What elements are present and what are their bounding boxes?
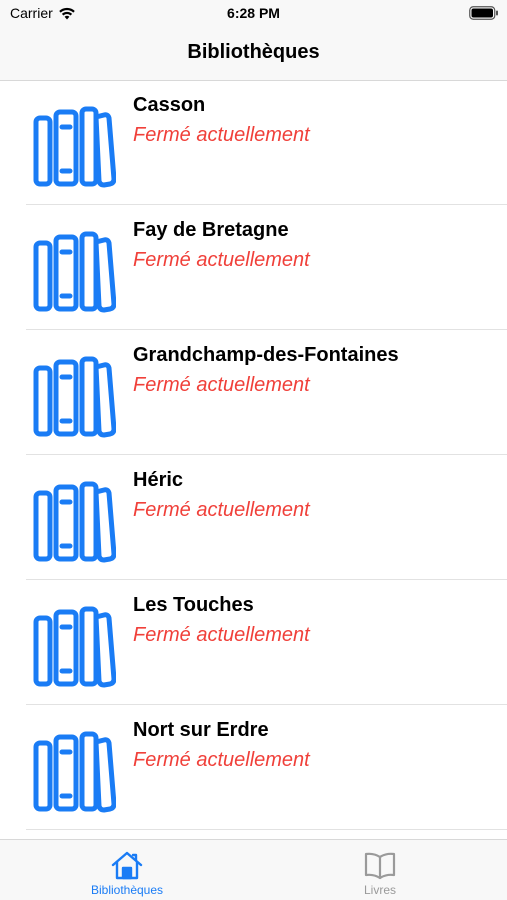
library-name: Nort sur Erdre [133, 719, 269, 741]
library-row[interactable]: Héric Fermé actuellement [0, 455, 507, 580]
tab-books-label: Livres [363, 883, 396, 897]
library-status: Fermé actuellement [133, 249, 310, 271]
clock: 6:28 PM [227, 5, 280, 21]
books-icon [33, 731, 116, 813]
library-name: Casson [133, 94, 206, 116]
library-row[interactable]: Les Touches Fermé actuellement [0, 580, 507, 705]
books-icon [33, 231, 116, 313]
books-icon [33, 606, 116, 688]
row-divider [26, 829, 507, 830]
library-list[interactable]: Casson Fermé actuellement Fay de Bretagn… [0, 80, 507, 839]
library-name: Héric [133, 469, 184, 491]
navigation-bar: Bibliothèques [0, 28, 507, 81]
books-icon [33, 481, 116, 563]
app-screen: Carrier 6:28 PM Bibliothèques Casson Fer… [0, 0, 507, 900]
tab-books[interactable]: Livres [305, 840, 455, 900]
library-row[interactable]: Casson Fermé actuellement [0, 80, 507, 205]
library-name: Grandchamp-des-Fontaines [133, 344, 399, 366]
library-status: Fermé actuellement [133, 624, 310, 646]
book-icon [364, 852, 396, 880]
tab-libraries-label: Bibliothèques [90, 883, 164, 897]
house-icon [111, 851, 143, 880]
status-bar: Carrier 6:28 PM [0, 0, 507, 28]
tab-bar: Bibliothèques Livres [0, 839, 507, 900]
battery-icon [469, 6, 498, 20]
library-row[interactable]: Fay de Bretagne Fermé actuellement [0, 205, 507, 330]
library-status: Fermé actuellement [133, 374, 310, 396]
tab-libraries[interactable]: Bibliothèques [52, 840, 202, 900]
library-status: Fermé actuellement [133, 499, 310, 521]
library-row[interactable]: Grandchamp-des-Fontaines Fermé actuellem… [0, 330, 507, 455]
page-title: Bibliothèques [187, 41, 320, 63]
library-status: Fermé actuellement [133, 749, 310, 771]
library-status: Fermé actuellement [133, 124, 310, 146]
library-name: Fay de Bretagne [133, 219, 289, 241]
library-row[interactable]: Nort sur Erdre Fermé actuellement [0, 705, 507, 830]
books-icon [33, 106, 116, 188]
library-name: Les Touches [133, 594, 254, 616]
books-icon [33, 356, 116, 438]
